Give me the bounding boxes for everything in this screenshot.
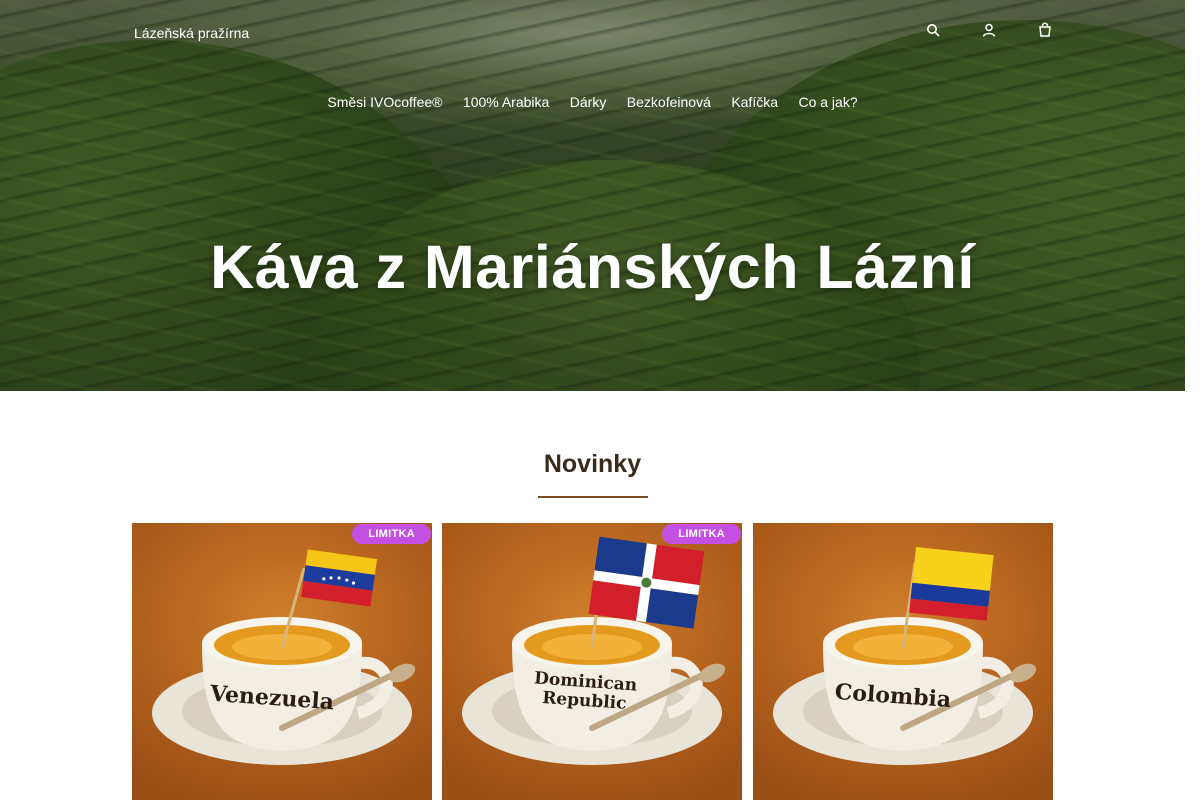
section-title: Novinky	[543, 450, 642, 478]
hero-overlay	[0, 0, 1185, 391]
nav-item-bezkofeinova[interactable]: Bezkofeinová	[627, 94, 711, 110]
limited-badge: LIMITKA	[662, 524, 741, 544]
search-icon[interactable]	[924, 22, 942, 44]
nav-item-kaficka[interactable]: Kafíčka	[731, 94, 778, 110]
main-nav: Směsi IVOcoffee® 100% Arabika Dárky Bezk…	[0, 94, 1185, 112]
header-icons	[0, 22, 1185, 44]
limited-badge: LIMITKA	[352, 524, 431, 544]
coffee-cup-image	[773, 546, 1037, 765]
section-divider	[538, 496, 648, 498]
hero-title: Káva z Mariánských Lázní	[210, 233, 975, 301]
nav-item-arabika[interactable]: 100% Arabika	[463, 94, 549, 110]
nav-item-co-a-jak[interactable]: Co a jak?	[798, 94, 857, 110]
cart-icon[interactable]	[1036, 22, 1054, 44]
product-card-colombia[interactable]: Colombia	[753, 523, 1053, 800]
nav-item-smesi[interactable]: Směsi IVOcoffee®	[327, 94, 442, 110]
product-card-dominican-republic[interactable]: LIMITKA Dominican Republic	[442, 523, 742, 800]
coffee-cup-image	[462, 536, 726, 765]
product-card-venezuela[interactable]: LIMITKA Venezuela	[132, 523, 432, 800]
user-icon[interactable]	[980, 22, 998, 44]
hero-banner: Lázeňská pražírna Směsi IVOcoffee® 100% …	[0, 0, 1185, 391]
nav-item-darky[interactable]: Dárky	[570, 94, 607, 110]
coffee-cup-image	[152, 549, 416, 765]
